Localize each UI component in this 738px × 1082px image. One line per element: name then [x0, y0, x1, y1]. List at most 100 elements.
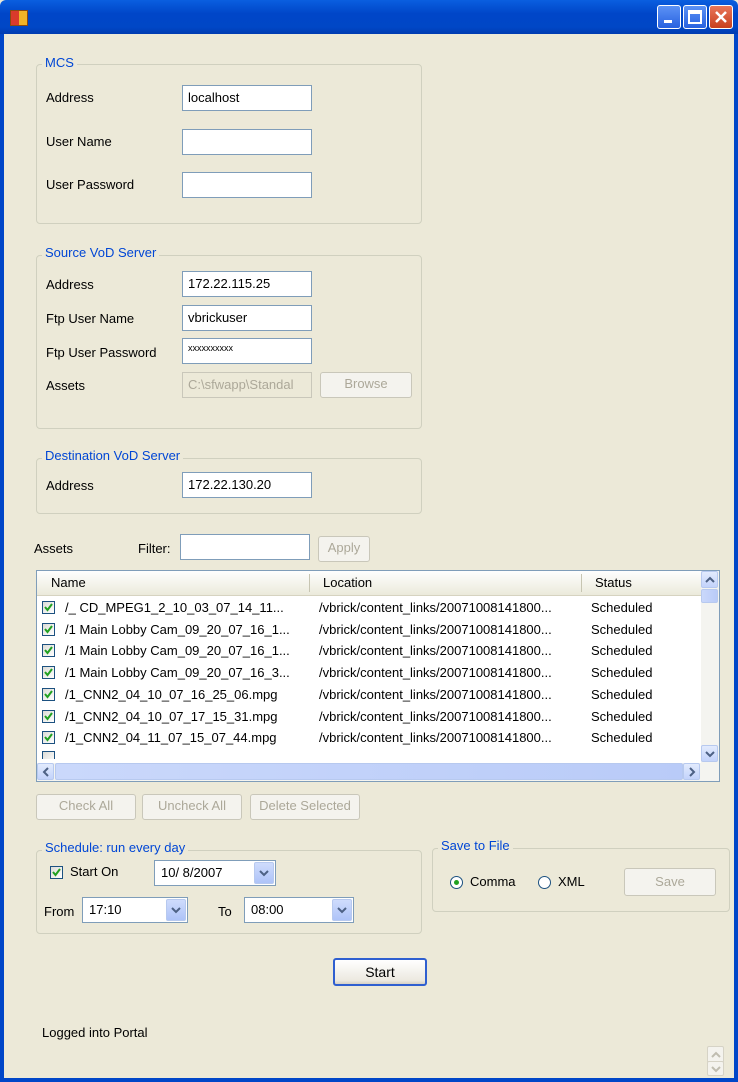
row-checkbox[interactable] [42, 644, 55, 658]
to-time-select[interactable]: 08:00 [244, 897, 354, 923]
table-row[interactable]: /1 Main Lobby Cam_09_20_07_16_1... /vbric… [37, 619, 701, 641]
close-icon [715, 11, 727, 23]
table-row[interactable]: /1_CNN2_04_10_07_16_25_06.mpg/vbrick/con… [37, 684, 701, 706]
checkmark-icon [44, 733, 53, 742]
chevron-right-icon [689, 767, 696, 777]
row-checkbox[interactable] [42, 751, 55, 759]
cell-location: /vbrick/content_links/20071008141800... [319, 665, 552, 681]
cell-name: /_ CD_MPEG1_2_10_03_07_14_11... [65, 600, 284, 615]
maximize-button[interactable] [683, 5, 707, 29]
row-checkbox[interactable] [42, 666, 55, 680]
cell-status: Scheduled [591, 665, 653, 681]
mcs-password-label: User Password [46, 177, 135, 192]
window-frame-bottom [0, 1078, 738, 1082]
status-scroll-down-button[interactable] [707, 1061, 724, 1076]
row-checkbox[interactable] [42, 709, 55, 723]
app-icon[interactable] [10, 10, 28, 26]
start-date-value: 10/ 8/2007 [161, 865, 223, 880]
ftp-password-label: Ftp User Password [46, 345, 157, 360]
destination-vod-legend: Destination VoD Server [42, 448, 184, 463]
table-row[interactable]: /1 Main Lobby Cam_09_20_07_16_3... /vbric… [37, 662, 701, 684]
mcs-username-input[interactable] [182, 129, 312, 155]
table-row[interactable]: /1_CNN2_04_11_07_15_07_44.mpg/vbrick/con… [37, 727, 701, 749]
table-row-partial[interactable] [37, 749, 701, 759]
column-header-status[interactable]: Status [595, 575, 632, 590]
delete-selected-button[interactable]: Delete Selected [250, 794, 360, 820]
mcs-password-input[interactable] [182, 172, 312, 198]
to-label: To [218, 904, 232, 919]
row-checkbox[interactable] [42, 622, 55, 636]
start-on-checkbox[interactable] [50, 866, 63, 879]
destination-address-input[interactable]: 172.22.130.20 [182, 472, 312, 498]
filter-label: Filter: [138, 541, 171, 556]
row-checkbox[interactable] [42, 731, 55, 745]
to-time-value: 08:00 [251, 902, 284, 917]
save-button[interactable]: Save [624, 868, 716, 896]
close-button[interactable] [709, 5, 733, 29]
maximize-icon [688, 10, 702, 24]
column-header-location[interactable]: Location [323, 575, 372, 590]
destination-address-label: Address [46, 478, 94, 493]
to-dropdown-button[interactable] [332, 899, 352, 921]
scroll-thumb[interactable] [701, 589, 718, 603]
list-horizontal-scrollbar[interactable] [37, 763, 719, 781]
ftp-password-input[interactable]: xxxxxxxxxx [182, 338, 312, 364]
start-button[interactable]: Start [333, 958, 427, 986]
comma-radio[interactable] [450, 876, 463, 889]
mcs-username-label: User Name [46, 134, 112, 149]
column-header-name[interactable]: Name [51, 575, 86, 590]
scroll-right-button[interactable] [683, 763, 700, 780]
scroll-left-button[interactable] [37, 763, 54, 780]
cell-name: /1 Main Lobby Cam_09_20_07_16_1... [65, 643, 290, 659]
status-text: Logged into Portal [42, 1025, 148, 1040]
mcs-legend: MCS [42, 55, 77, 70]
window-frame-left [0, 34, 4, 1082]
from-label: From [44, 904, 75, 919]
date-dropdown-button[interactable] [254, 862, 274, 884]
window-frame-right [734, 34, 738, 1082]
scroll-down-button[interactable] [701, 745, 718, 762]
browse-button[interactable]: Browse [320, 372, 412, 398]
uncheck-all-button[interactable]: Uncheck All [142, 794, 242, 820]
list-vertical-scrollbar[interactable] [701, 571, 719, 763]
source-address-input[interactable]: 172.22.115.25 [182, 271, 312, 297]
source-assets-path-input[interactable]: C:\sfwapp\Standal [182, 372, 312, 398]
row-checkbox[interactable] [42, 687, 55, 701]
chevron-up-icon [705, 576, 715, 583]
from-time-select[interactable]: 17:10 [82, 897, 188, 923]
checkmark-icon [44, 625, 53, 634]
horizontal-scroll-thumb[interactable] [55, 763, 683, 780]
source-vod-legend: Source VoD Server [42, 245, 160, 260]
cell-status: Scheduled [591, 643, 653, 659]
xml-label: XML [558, 874, 585, 889]
checkmark-icon [44, 690, 53, 699]
table-row[interactable]: /1 Main Lobby Cam_09_20_07_16_1... /vbric… [37, 640, 701, 662]
ftp-username-input[interactable]: vbrickuser [182, 305, 312, 331]
assets-label: Assets [34, 541, 74, 556]
schedule-legend: Schedule: run every day [42, 840, 189, 855]
cell-status: Scheduled [591, 686, 653, 702]
start-on-label: Start On [70, 864, 119, 879]
list-header: Name Location Status [37, 571, 701, 596]
cell-status: Scheduled [591, 621, 653, 637]
scroll-up-button[interactable] [701, 571, 718, 588]
table-row[interactable]: /1_CNN2_04_10_07_17_15_31.mpg/vbrick/con… [37, 706, 701, 728]
row-checkbox[interactable] [42, 601, 55, 614]
cell-location: /vbrick/content_links/20071008141800... [319, 686, 552, 702]
xml-radio[interactable] [538, 876, 551, 889]
filter-input[interactable] [180, 534, 310, 560]
cell-name: /1 Main Lobby Cam_09_20_07_16_1... [65, 621, 290, 637]
mcs-address-input[interactable]: localhost [182, 85, 312, 111]
check-all-button[interactable]: Check All [36, 794, 136, 820]
cell-name: /1_CNN2_04_11_07_15_07_44.mpg [65, 730, 277, 746]
table-row[interactable]: /_ CD_MPEG1_2_10_03_07_14_11... /vbrick/c… [37, 597, 701, 619]
cell-location: /vbrick/content_links/20071008141800... [319, 621, 552, 637]
from-dropdown-button[interactable] [166, 899, 186, 921]
start-date-picker[interactable]: 10/ 8/2007 [154, 860, 276, 886]
title-bar[interactable] [0, 0, 738, 34]
minimize-icon [664, 20, 672, 23]
minimize-button[interactable] [657, 5, 681, 29]
apply-button[interactable]: Apply [318, 536, 370, 562]
assets-list[interactable]: Name Location Status /_ CD_MPEG1_2_10_03… [36, 570, 720, 782]
checkmark-icon [52, 868, 61, 877]
